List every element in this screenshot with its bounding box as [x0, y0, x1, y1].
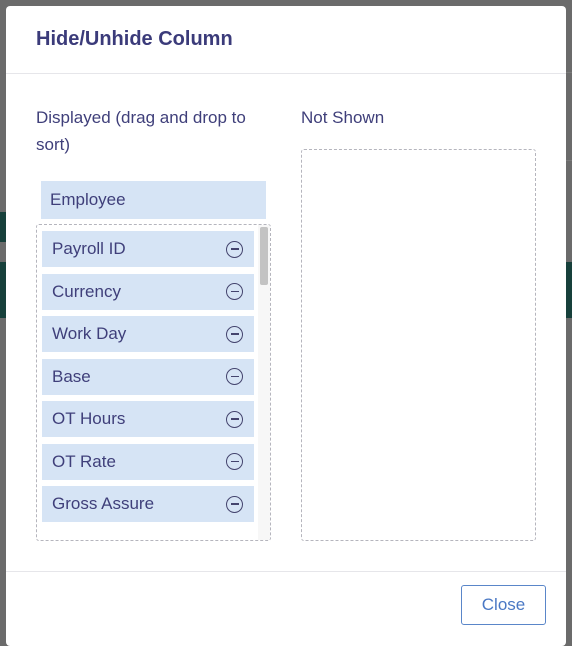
minus-circle-icon[interactable] — [226, 453, 243, 470]
column-item-label: OT Hours — [52, 409, 126, 428]
displayed-column-item[interactable]: Currency — [42, 273, 254, 310]
displayed-columns-label: Displayed (drag and drop to sort) — [36, 108, 246, 154]
displayed-column-item[interactable]: Gross Assure — [42, 486, 254, 522]
displayed-columns-list[interactable]: Payroll ID Currency Work Day Base OT Hours OT… — [36, 224, 271, 541]
column-item-label: Gross Assure — [52, 494, 155, 513]
backdrop-header-strip — [566, 262, 572, 318]
minus-circle-icon[interactable] — [226, 410, 243, 428]
minus-circle-icon[interactable] — [226, 283, 243, 300]
dialog-header: Hide/Unhide Column — [6, 6, 566, 74]
column-item-label: Base — [52, 366, 91, 386]
displayed-column-item[interactable]: OT Rate — [42, 443, 254, 480]
pinned-column-employee: Employee — [41, 181, 266, 219]
dialog-footer: Close — [6, 571, 566, 646]
displayed-column-item[interactable]: Base — [42, 358, 254, 395]
minus-circle-icon[interactable] — [226, 368, 243, 385]
dialog-body: Displayed (drag and drop to sort) Not Sh… — [6, 74, 566, 571]
dialog-title: Hide/Unhide Column — [36, 28, 233, 50]
column-item-label: OT Rate — [52, 451, 116, 471]
column-item-label: Work Day — [52, 324, 127, 343]
not-shown-columns-label: Not Shown — [301, 108, 385, 127]
not-shown-columns-dropzone[interactable] — [301, 149, 536, 541]
displayed-list-scrollbar[interactable] — [258, 225, 270, 540]
minus-circle-icon[interactable] — [226, 495, 243, 513]
scrollbar-thumb[interactable] — [260, 227, 268, 285]
minus-circle-icon[interactable] — [226, 240, 243, 258]
column-item-label: Currency — [52, 281, 121, 301]
displayed-columns-items: Payroll ID Currency Work Day Base OT Hours OT… — [42, 231, 254, 529]
displayed-column-item[interactable]: Work Day — [42, 316, 254, 352]
column-item-label: Payroll ID — [52, 239, 126, 258]
displayed-column-item[interactable]: OT Hours — [42, 401, 254, 437]
minus-circle-icon[interactable] — [226, 325, 243, 343]
hide-unhide-column-dialog: Hide/Unhide Column Displayed (drag and d… — [6, 6, 566, 646]
close-button[interactable]: Close — [461, 585, 546, 625]
displayed-column-item[interactable]: Payroll ID — [42, 231, 254, 267]
